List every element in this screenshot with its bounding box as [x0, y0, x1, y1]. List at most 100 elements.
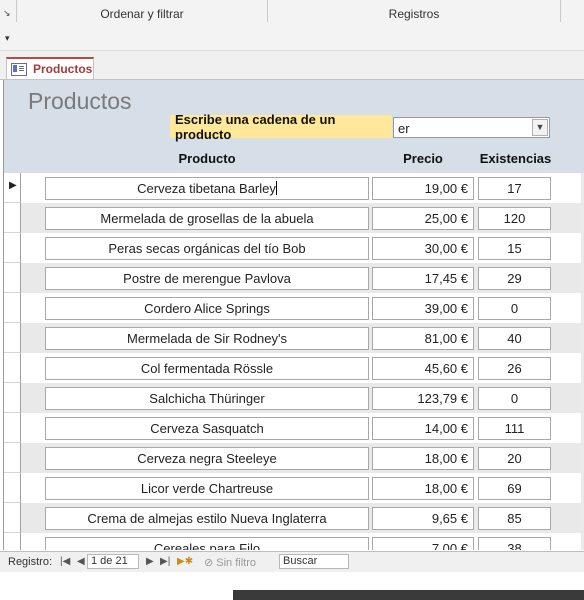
price-field[interactable]: 18,00 €: [372, 447, 474, 470]
table-row[interactable]: Mermelada de grosellas de la abuela 25,0…: [4, 203, 584, 233]
stock-field[interactable]: 120: [478, 207, 551, 230]
search-prompt-label: Escribe una cadena de un producto: [170, 112, 392, 142]
price-field[interactable]: 81,00 €: [372, 327, 474, 350]
product-name-field[interactable]: Col fermentada Rössle: [45, 357, 369, 380]
product-name-field[interactable]: Cerveza tibetana Barley: [45, 177, 369, 200]
table-row[interactable]: Cereales para Filo 7,00 € 38: [4, 533, 584, 550]
stock-field[interactable]: 29: [478, 267, 551, 290]
table-row[interactable]: Licor verde Chartreuse 18,00 € 69: [4, 473, 584, 503]
record-selector[interactable]: [4, 353, 21, 383]
stock-field[interactable]: 26: [478, 357, 551, 380]
stock-field[interactable]: 20: [478, 447, 551, 470]
first-record-icon[interactable]: |◀: [60, 556, 70, 567]
price-field[interactable]: 19,00 €: [372, 177, 474, 200]
record-selector[interactable]: [4, 443, 21, 473]
product-search-combobox[interactable]: er ▼: [393, 117, 550, 138]
price-field[interactable]: 45,60 €: [372, 357, 474, 380]
product-name-field[interactable]: Cerveza negra Steeleye: [45, 447, 369, 470]
record-selector[interactable]: [4, 473, 21, 503]
product-name-field[interactable]: Crema de almejas estilo Nueva Inglaterra: [45, 507, 369, 530]
form-icon: [11, 62, 27, 76]
product-name-field[interactable]: Mermelada de grosellas de la abuela: [45, 207, 369, 230]
record-selector[interactable]: [4, 203, 21, 233]
stock-field[interactable]: 85: [478, 507, 551, 530]
record-selector[interactable]: [4, 533, 21, 550]
table-row[interactable]: Crema de almejas estilo Nueva Inglaterra…: [4, 503, 584, 533]
product-name-field[interactable]: Licor verde Chartreuse: [45, 477, 369, 500]
table-row[interactable]: Peras secas orgánicas del tío Bob 30,00 …: [4, 233, 584, 263]
price-field[interactable]: 25,00 €: [372, 207, 474, 230]
quick-access-bar: ▾: [0, 28, 584, 51]
stock-field[interactable]: 15: [478, 237, 551, 260]
ribbon: ↘ Ordenar y filtrar Registros: [0, 0, 584, 29]
search-combobox-value[interactable]: er: [398, 121, 410, 136]
record-selector[interactable]: [4, 323, 21, 353]
product-name-field[interactable]: Salchicha Thüringer: [45, 387, 369, 410]
price-field[interactable]: 7,00 €: [372, 537, 474, 550]
column-header-price: Precio: [403, 151, 443, 166]
product-name-field[interactable]: Cereales para Filo: [45, 537, 369, 550]
price-field[interactable]: 18,00 €: [372, 477, 474, 500]
record-selector[interactable]: [4, 233, 21, 263]
stock-field[interactable]: 111: [478, 417, 551, 440]
chevron-down-icon[interactable]: ▼: [532, 119, 548, 136]
price-field[interactable]: 39,00 €: [372, 297, 474, 320]
product-name-field[interactable]: Mermelada de Sir Rodney's: [45, 327, 369, 350]
stock-field[interactable]: 0: [478, 297, 551, 320]
previous-record-icon[interactable]: ◀: [77, 556, 85, 567]
bottom-area: [0, 572, 584, 600]
product-name-field[interactable]: Postre de merengue Pavlova: [45, 267, 369, 290]
table-row[interactable]: Col fermentada Rössle 45,60 € 26: [4, 353, 584, 383]
document-tab-strip: Productos: [0, 51, 584, 80]
filter-icon: ⊘: [204, 557, 217, 569]
ribbon-group-records: Registros: [388, 7, 440, 21]
price-field[interactable]: 30,00 €: [372, 237, 474, 260]
next-record-icon[interactable]: ▶: [146, 556, 154, 567]
background-window: [233, 590, 584, 600]
customize-quick-access-icon[interactable]: ▾: [5, 33, 10, 44]
table-row[interactable]: ▶ Cerveza tibetana Barley 19,00 € 17: [4, 173, 584, 203]
record-selector[interactable]: [4, 503, 21, 533]
price-field[interactable]: 14,00 €: [372, 417, 474, 440]
new-record-icon[interactable]: ▶✱: [177, 556, 193, 567]
records-list: ▶ Cerveza tibetana Barley 19,00 € 17 Mer…: [4, 173, 584, 550]
page-title: Productos: [28, 88, 132, 114]
price-field[interactable]: 17,45 €: [372, 267, 474, 290]
products-form: Productos Escribe una cadena de un produ…: [3, 80, 584, 550]
record-selector[interactable]: [4, 263, 21, 293]
column-header-stock: Existencias: [479, 151, 552, 166]
stock-field[interactable]: 17: [478, 177, 551, 200]
product-name-field[interactable]: Cordero Alice Springs: [45, 297, 369, 320]
stock-field[interactable]: 69: [478, 477, 551, 500]
stock-field[interactable]: 0: [478, 387, 551, 410]
product-name-field[interactable]: Cerveza Sasquatch: [45, 417, 369, 440]
stock-field[interactable]: 38: [478, 537, 551, 550]
ribbon-group-sort-filter: Ordenar y filtrar: [100, 7, 184, 21]
table-row[interactable]: Cerveza negra Steeleye 18,00 € 20: [4, 443, 584, 473]
record-label: Registro:: [8, 556, 53, 568]
product-name-field[interactable]: Peras secas orgánicas del tío Bob: [45, 237, 369, 260]
record-selector[interactable]: [4, 293, 21, 323]
stock-field[interactable]: 40: [478, 327, 551, 350]
tab-productos[interactable]: Productos: [6, 57, 94, 79]
record-selector[interactable]: [4, 413, 21, 443]
table-row[interactable]: Cordero Alice Springs 39,00 € 0: [4, 293, 584, 323]
price-field[interactable]: 123,79 €: [372, 387, 474, 410]
last-record-icon[interactable]: ▶|: [160, 556, 170, 567]
table-row[interactable]: Mermelada de Sir Rodney's 81,00 € 40: [4, 323, 584, 353]
search-field[interactable]: Buscar: [279, 554, 349, 569]
ribbon-separator: [560, 0, 561, 22]
current-record-field[interactable]: 1 de 21: [87, 554, 139, 569]
table-row[interactable]: Cerveza Sasquatch 14,00 € 111: [4, 413, 584, 443]
record-selector[interactable]: ▶: [4, 173, 21, 203]
table-row[interactable]: Salchicha Thüringer 123,79 € 0: [4, 383, 584, 413]
tab-label: Productos: [33, 62, 93, 76]
column-header-product: Producto: [178, 151, 236, 166]
no-filter-button[interactable]: ⊘ Sin filtro: [204, 556, 256, 569]
record-navigation-bar: Registro: |◀ ◀ 1 de 21 ▶ ▶| ▶✱ ⊘ Sin fil…: [0, 551, 584, 572]
record-selector[interactable]: [4, 383, 21, 413]
price-field[interactable]: 9,65 €: [372, 507, 474, 530]
table-row[interactable]: Postre de merengue Pavlova 17,45 € 29: [4, 263, 584, 293]
dialog-launcher-icon[interactable]: ↘: [3, 8, 11, 19]
form-header: Productos Escribe una cadena de un produ…: [4, 80, 584, 173]
